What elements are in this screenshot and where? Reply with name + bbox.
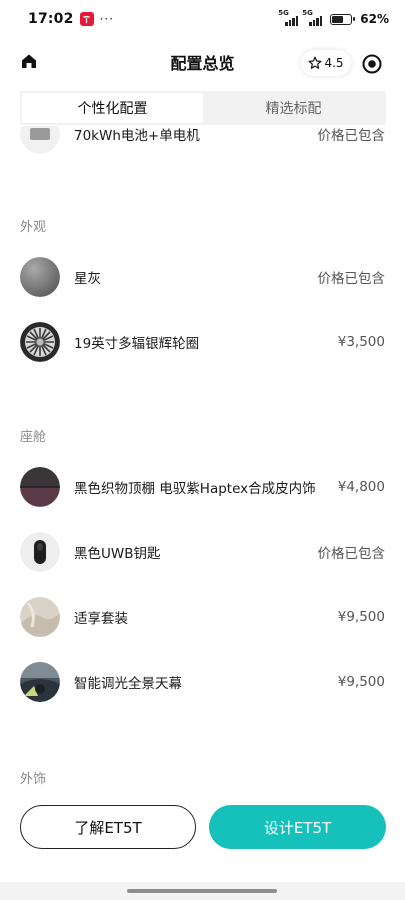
design-car-button[interactable]: 设计ET5T: [209, 805, 386, 849]
seat-package-icon: [20, 597, 60, 637]
app-notification-icon: [79, 12, 94, 26]
paint-swatch-icon: [20, 257, 60, 297]
status-bar: 17:02 ··· 5G 5G 62%: [0, 0, 405, 38]
status-indicators: 5G 5G 62%: [278, 9, 389, 26]
list-item[interactable]: 70kWh电池+单电机 价格已包含: [0, 126, 405, 162]
item-label: 19英寸多辐银辉轮圈: [74, 336, 200, 352]
record-icon[interactable]: [360, 52, 384, 76]
list-item[interactable]: 黑色织物顶棚 电驭紫Haptex合成皮内饰 ¥4,800: [0, 459, 405, 515]
item-label: 星灰: [74, 271, 101, 287]
item-price: ¥4,800: [337, 479, 385, 495]
tab-standard[interactable]: 精选标配: [203, 93, 384, 123]
item-price: 价格已包含: [317, 128, 386, 144]
item-label: 70kWh电池+单电机: [74, 128, 200, 144]
bottom-action-bar: 了解ET5T 设计ET5T: [0, 798, 405, 860]
status-time: 17:02: [28, 11, 74, 27]
tab-personalized[interactable]: 个性化配置: [22, 93, 203, 123]
learn-more-button[interactable]: 了解ET5T: [20, 805, 196, 849]
item-price: ¥9,500: [337, 609, 385, 625]
item-label: 黑色UWB钥匙: [74, 546, 161, 562]
battery-pack-icon: [20, 126, 60, 154]
section-title-accessories: 外饰: [20, 772, 47, 787]
list-item[interactable]: 星灰 价格已包含: [0, 249, 405, 305]
home-indicator[interactable]: [127, 889, 277, 893]
item-price: 价格已包含: [317, 271, 386, 287]
item-label: 智能调光全景天幕: [74, 676, 182, 692]
config-list[interactable]: 70kWh电池+单电机 价格已包含 外观 星灰 价格已包含 19英寸多辐银辉轮圈…: [0, 126, 405, 798]
section-title-cabin: 座舱: [20, 430, 47, 445]
rating-value: 4.5: [324, 56, 344, 70]
item-label: 黑色织物顶棚 电驭紫Haptex合成皮内饰: [74, 481, 316, 497]
list-item[interactable]: 适享套装 ¥9,500: [0, 589, 405, 645]
wheel-rim-icon: [20, 322, 60, 362]
more-notifications-icon: ···: [99, 12, 115, 26]
header: 配置总览 4.5: [0, 40, 405, 82]
rating-button[interactable]: 4.5: [301, 50, 351, 76]
section-title-exterior: 外观: [20, 220, 47, 235]
item-price: 价格已包含: [317, 546, 386, 562]
list-item[interactable]: 19英寸多辐银辉轮圈 ¥3,500: [0, 314, 405, 370]
car-key-icon: [20, 532, 60, 572]
config-tabs: 个性化配置 精选标配: [20, 91, 386, 125]
interior-swatch-icon: [20, 467, 60, 507]
signal-icon: 5G: [278, 9, 299, 26]
list-item[interactable]: 智能调光全景天幕 ¥9,500: [0, 654, 405, 710]
item-price: ¥3,500: [337, 334, 385, 350]
signal-icon: 5G: [302, 9, 323, 26]
item-price: ¥9,500: [337, 674, 385, 690]
list-item[interactable]: 黑色UWB钥匙 价格已包含: [0, 524, 405, 580]
battery-icon: [330, 13, 356, 25]
item-label: 适享套装: [74, 611, 128, 627]
star-icon: [309, 56, 322, 69]
panoramic-roof-icon: [20, 662, 60, 702]
battery-percent: 62%: [360, 12, 389, 26]
